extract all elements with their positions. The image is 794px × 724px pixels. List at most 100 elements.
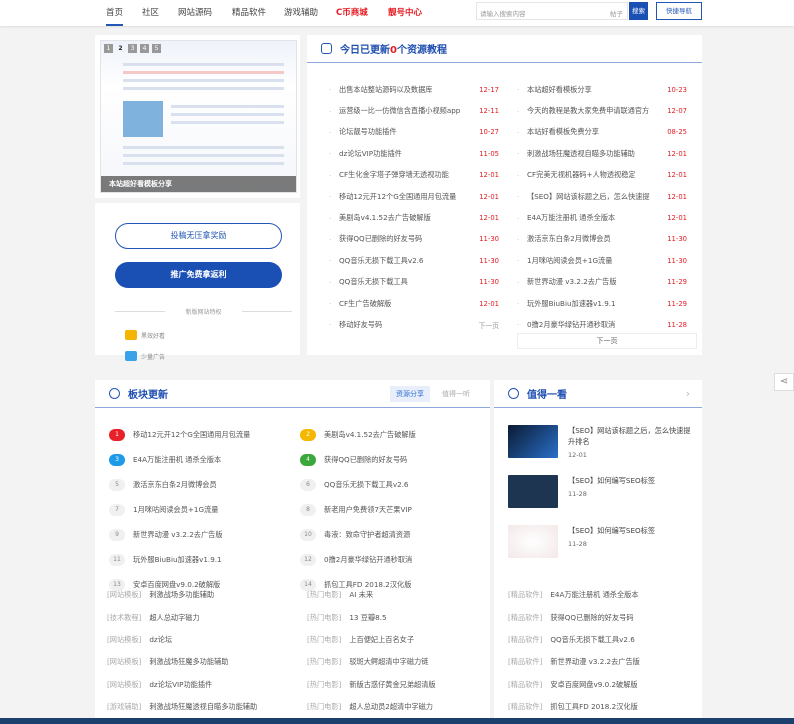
- category-tag[interactable]: [精品软件]: [508, 657, 542, 667]
- article-thumbnail[interactable]: [508, 525, 558, 558]
- ranked-item[interactable]: 5 激活京东白条2月微博会员: [109, 472, 299, 497]
- list-item[interactable]: QQ音乐无损下载工具 11-30: [329, 272, 499, 293]
- item-title[interactable]: 1月咪咕阅读会员+1G流量: [527, 256, 612, 266]
- item-title[interactable]: 玩外服BiuBiu加速器v1.9.1: [133, 555, 222, 565]
- category-item[interactable]: [精品软件] QQ音乐无损下载工具v2.6: [508, 629, 640, 651]
- article-title[interactable]: 【SEO】如何编写SEO标签: [568, 475, 655, 486]
- item-title[interactable]: 新世界动漫 v3.2.2去广告版: [550, 657, 640, 667]
- category-item[interactable]: [热门电影] 新版古惑仔黄金兄弟超清版: [307, 674, 502, 696]
- item-title[interactable]: 移动好友号码: [339, 320, 382, 330]
- item-title[interactable]: 获得QQ已删除的好友号码: [550, 613, 633, 623]
- list-item[interactable]: 出售本站整站源码以及数据库 12-17: [329, 79, 499, 100]
- tab-resource-share[interactable]: 资源分享: [390, 385, 430, 402]
- category-item[interactable]: [精品软件] 抓包工具FD 2018.2汉化版: [508, 696, 640, 718]
- item-title[interactable]: 本站好看模板免费分享: [527, 127, 599, 137]
- nav-home[interactable]: 首页: [106, 6, 124, 26]
- list-item[interactable]: 今天的教程是教大家免费申请联通官方 12-07: [517, 100, 687, 121]
- list-item[interactable]: 本站超好看模板分享 10-23: [517, 79, 687, 100]
- nav-source-code[interactable]: 网站源码: [178, 6, 212, 18]
- carousel-page[interactable]: 5: [152, 44, 161, 53]
- list-item[interactable]: 激活京东白条2月微博会员 11-30: [517, 229, 687, 250]
- item-title[interactable]: 刺激战场多功能辅助: [149, 590, 214, 600]
- list-item[interactable]: 获得QQ已删除的好友号码 11-30: [329, 229, 499, 250]
- item-title[interactable]: 抓包工具FD 2018.2汉化版: [550, 702, 637, 712]
- item-title[interactable]: 13 豆瓣8.5: [349, 613, 386, 623]
- category-tag[interactable]: [热门电影]: [307, 635, 341, 645]
- category-tag[interactable]: [热门电影]: [307, 613, 341, 623]
- item-title[interactable]: 新版古惑仔黄金兄弟超清版: [349, 680, 435, 690]
- ranked-item[interactable]: 4 获得QQ已删除的好友号码: [300, 447, 490, 472]
- ranked-item[interactable]: 12 0撸2月豪华绿钻开通秒取消: [300, 547, 490, 572]
- carousel-page[interactable]: 2: [116, 44, 125, 53]
- carousel-page[interactable]: 4: [140, 44, 149, 53]
- item-title[interactable]: 毒液：致命守护者超清资源: [324, 530, 410, 540]
- category-tag[interactable]: [游戏辅助]: [107, 702, 141, 712]
- item-title[interactable]: 玩外服BiuBiu加速器v1.9.1: [527, 299, 616, 309]
- item-title[interactable]: E4A万能注册机 通杀全版本: [133, 455, 221, 465]
- item-title[interactable]: 论坛靓号功能插件: [339, 127, 397, 137]
- category-tag[interactable]: [热门电影]: [307, 702, 341, 712]
- item-title[interactable]: 今天的教程是教大家免费申请联通官方: [527, 106, 649, 116]
- category-tag[interactable]: [精品软件]: [508, 590, 542, 600]
- item-title[interactable]: 超人总动字磁力: [149, 613, 199, 623]
- nav-community[interactable]: 社区: [142, 6, 159, 18]
- list-item[interactable]: CF生化金字塔子弹穿墙无透视功能 12-01: [329, 165, 499, 186]
- item-title[interactable]: QQ音乐无损下载工具v2.6: [550, 635, 635, 645]
- ranked-item[interactable]: 11 玩外服BiuBiu加速器v1.9.1: [109, 547, 299, 572]
- item-title[interactable]: 【SEO】网站该标题之后，怎么快速提: [527, 192, 650, 202]
- category-item[interactable]: [热门电影] 13 豆瓣8.5: [307, 606, 502, 628]
- article-thumbnail[interactable]: [508, 425, 558, 458]
- ranked-item[interactable]: 8 新老用户免费领7天芒果VIP: [300, 497, 490, 522]
- category-item[interactable]: [技术教程] 超人总动字磁力: [107, 606, 302, 628]
- category-item[interactable]: [网站模板] 刺激战场多功能辅助: [107, 584, 302, 606]
- category-item[interactable]: [精品软件] 安卓百度网盘v9.0.2破解版: [508, 674, 640, 696]
- item-title[interactable]: QQ音乐无损下载工具: [339, 277, 408, 287]
- carousel-page[interactable]: 1: [104, 44, 113, 53]
- list-item[interactable]: 本站好看模板免费分享 08-25: [517, 122, 687, 143]
- item-title[interactable]: 运营级一比一仿微信含直播小视频app: [339, 106, 460, 116]
- carousel-page[interactable]: 3: [128, 44, 137, 53]
- quick-nav-button[interactable]: 快捷导航: [656, 2, 702, 20]
- search-scope[interactable]: 帖子: [610, 8, 623, 18]
- ranked-item[interactable]: 10 毒液：致命守护者超清资源: [300, 522, 490, 547]
- list-item[interactable]: 1月咪咕阅读会员+1G流量 11-30: [517, 250, 687, 271]
- nav-coin-mall[interactable]: C币商城: [336, 6, 368, 18]
- nav-software[interactable]: 精品软件: [232, 6, 266, 18]
- category-item[interactable]: [精品软件] 获得QQ已删除的好友号码: [508, 606, 640, 628]
- category-tag[interactable]: [热门电影]: [307, 657, 341, 667]
- item-title[interactable]: QQ音乐无损下载工具v2.6: [324, 480, 409, 490]
- item-title[interactable]: 0撸2月豪华绿钻开通秒取消: [324, 555, 412, 565]
- item-title[interactable]: 美剧岛v4.1.52去广告破解版: [339, 213, 431, 223]
- category-item[interactable]: [精品软件] E4A万能注册机 通杀全版本: [508, 584, 640, 606]
- item-title[interactable]: 新老用户免费领7天芒果VIP: [324, 505, 412, 515]
- article-item[interactable]: 【SEO】如何编写SEO标签 11-28: [508, 525, 693, 558]
- list-item[interactable]: 美剧岛v4.1.52去广告破解版 12-01: [329, 207, 499, 228]
- list-item[interactable]: CF完美无视机器码+人物透视稳定 12-01: [517, 165, 687, 186]
- item-title[interactable]: CF生化金字塔子弹穿墙无透视功能: [339, 170, 449, 180]
- item-title[interactable]: 新世界动漫 v3.2.2去广告版: [527, 277, 617, 287]
- item-title[interactable]: dz论坛VIP功能插件: [149, 680, 212, 690]
- item-title[interactable]: E4A万能注册机 通杀全版本: [550, 590, 638, 600]
- item-title[interactable]: 美剧岛v4.1.52去广告破解版: [324, 430, 416, 440]
- item-title[interactable]: 新世界动漫 v3.2.2去广告版: [133, 530, 223, 540]
- item-title[interactable]: 移动12元开12个G全国通用月包流量: [133, 430, 250, 440]
- item-title[interactable]: 刺激战场狂魔多功能辅助: [149, 657, 228, 667]
- article-title[interactable]: 【SEO】网站该标题之后，怎么快速提升排名: [568, 425, 693, 447]
- chevron-right-icon[interactable]: ›: [686, 387, 690, 400]
- list-item[interactable]: 移动好友号码 下一页: [329, 314, 499, 335]
- item-title[interactable]: 0撸2月豪华绿钻开通秒取消: [527, 320, 615, 330]
- article-item[interactable]: 【SEO】如何编写SEO标签 11-28: [508, 475, 693, 508]
- item-title[interactable]: dz论坛: [149, 635, 172, 645]
- list-item[interactable]: 刺激战场狂魔透视自瞄多功能辅助 12-01: [517, 143, 687, 164]
- category-item[interactable]: [网站模板] dz论坛VIP功能插件: [107, 674, 302, 696]
- category-item[interactable]: [网站模板] 刺激战场狂魔多功能辅助: [107, 651, 302, 673]
- category-tag[interactable]: [网站模板]: [107, 590, 141, 600]
- category-item[interactable]: [游戏辅助] 刺激战场狂魔透视自瞄多功能辅助: [107, 696, 302, 718]
- item-title[interactable]: 1月咪咕阅读会员+1G流量: [133, 505, 218, 515]
- article-thumbnail[interactable]: [508, 475, 558, 508]
- item-title[interactable]: 出售本站整站源码以及数据库: [339, 85, 432, 95]
- submit-reward-button[interactable]: 投稿无压拿奖励: [115, 223, 282, 249]
- item-title[interactable]: CF生广告破解版: [339, 299, 391, 309]
- item-title[interactable]: 移动12元开12个G全国通用月包流量: [339, 192, 456, 202]
- list-item[interactable]: 玩外服BiuBiu加速器v1.9.1 11-29: [517, 293, 687, 314]
